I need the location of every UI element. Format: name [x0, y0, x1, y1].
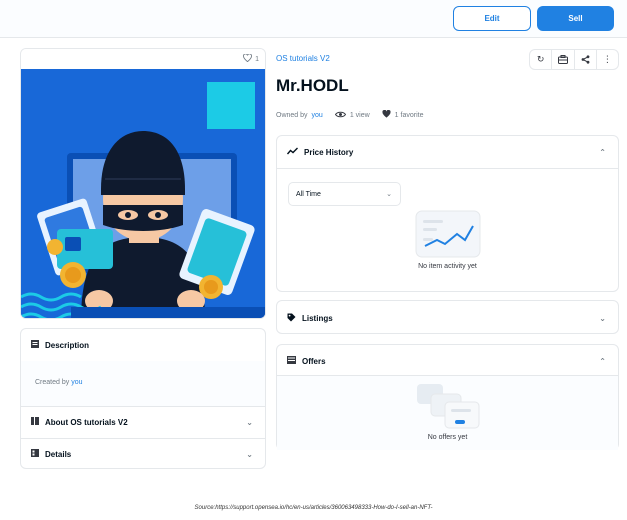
eye-icon — [334, 111, 346, 120]
edit-button[interactable]: Edit — [453, 6, 531, 31]
price-history-panel: Price History ⌃ All Time ⌄ No item activ… — [276, 135, 619, 292]
view-count: 1 view — [349, 111, 370, 119]
chevron-up-icon: ⌃ — [599, 147, 606, 157]
offers-panel: Offers ⌃ No offers yet — [276, 344, 619, 450]
more-options-icon[interactable]: ⋮ — [597, 50, 618, 69]
heart-icon[interactable] — [243, 53, 253, 64]
source-caption: Source:https://support.opensea.io/hc/en-… — [194, 505, 433, 511]
chevron-down-icon: ⌄ — [599, 313, 606, 323]
about-title: About OS tutorials V2 — [45, 417, 128, 427]
description-panel: Description Created by you About OS tuto… — [20, 328, 266, 469]
listings-title: Listings — [302, 313, 333, 323]
nft-artwork[interactable] — [21, 69, 265, 318]
creator-link[interactable]: you — [71, 379, 82, 386]
chevron-up-icon: ⌃ — [599, 356, 606, 366]
asset-meta: Owned by you 1 view 1 favorite — [276, 109, 424, 120]
price-history-title: Price History — [304, 147, 354, 157]
trend-icon — [286, 147, 298, 157]
top-action-bar: Edit Sell — [0, 0, 627, 38]
divider — [21, 406, 265, 407]
favorite-count: 1 — [255, 55, 259, 63]
description-title: Description — [45, 340, 90, 350]
time-range-value: All Time — [296, 190, 321, 198]
asset-actions: ↻ ⋮ — [529, 49, 619, 70]
listings-header[interactable]: Listings ⌄ — [277, 310, 618, 326]
divider — [21, 438, 265, 439]
offers-list-icon — [287, 356, 296, 366]
chevron-down-icon: ⌄ — [386, 191, 392, 198]
empty-chart-illustration — [415, 210, 481, 258]
no-offers-text: No offers yet — [427, 434, 468, 441]
nft-image-card: 1 — [20, 48, 266, 319]
no-activity-text: No item activity yet — [418, 263, 477, 270]
about-icon — [31, 417, 39, 427]
collection-link[interactable]: OS tutorials V2 — [276, 54, 330, 63]
description-icon — [31, 340, 39, 350]
transfer-icon[interactable] — [552, 50, 575, 69]
owned-by-label: Owned by — [276, 111, 308, 119]
favorite-area[interactable]: 1 — [21, 49, 265, 69]
details-icon — [31, 449, 39, 459]
description-header[interactable]: Description — [21, 338, 265, 352]
favorite-summary: 1 favorite — [394, 111, 424, 119]
price-history-header[interactable]: Price History ⌃ — [277, 144, 618, 160]
tag-icon — [287, 313, 296, 324]
time-range-select[interactable]: All Time ⌄ — [288, 182, 401, 206]
details-title: Details — [45, 449, 72, 459]
listings-panel: Listings ⌄ — [276, 300, 619, 334]
empty-offers-illustration — [415, 382, 483, 432]
offers-title: Offers — [302, 356, 326, 366]
sell-button[interactable]: Sell — [537, 6, 614, 31]
owner-link[interactable]: you — [312, 112, 323, 119]
refresh-icon[interactable]: ↻ — [530, 50, 553, 69]
asset-title: Mr.HODL — [276, 76, 349, 95]
share-icon[interactable] — [575, 50, 597, 69]
about-collection-header[interactable]: About OS tutorials V2 ⌄ — [21, 413, 265, 431]
details-header[interactable]: Details ⌄ — [21, 445, 265, 463]
created-by-label: Created by — [35, 379, 70, 386]
heart-filled-icon — [382, 109, 391, 120]
offers-header[interactable]: Offers ⌃ — [277, 353, 618, 369]
divider — [277, 168, 618, 169]
description-body: Created by you — [21, 361, 265, 406]
chevron-down-icon: ⌄ — [246, 417, 253, 427]
chevron-down-icon: ⌄ — [246, 449, 253, 459]
